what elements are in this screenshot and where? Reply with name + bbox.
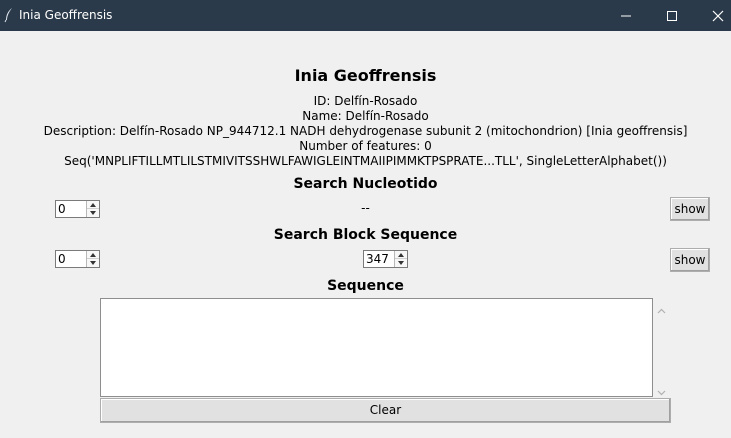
close-button[interactable] [695,0,731,31]
description-label: Description: Delfín-Rosado NP_944712.1 N… [43,124,688,138]
spin-up-button[interactable] [395,251,407,259]
show-nucleotido-button[interactable]: show [670,197,710,221]
chevron-up-icon[interactable] [657,303,666,317]
triangle-up-icon [90,253,96,257]
block-end-spinbox[interactable]: 347 [363,250,408,268]
sequence-heading: Sequence [327,278,404,294]
chevron-down-icon[interactable] [657,385,666,399]
show-block-button[interactable]: show [670,248,710,272]
close-icon [712,10,724,22]
clear-button[interactable]: Clear [100,398,671,423]
features-label: Number of features: 0 [299,139,432,153]
window-title: Inia Geoffrensis [19,8,113,22]
block-start-value: 0 [58,252,66,266]
maximize-icon [667,11,677,21]
sequence-textarea[interactable] [100,298,653,397]
search-nucleotido-heading: Search Nucleotido [293,176,438,192]
block-start-spinbox[interactable]: 0 [55,250,100,268]
nucleotido-result: -- [361,201,370,215]
title-bar: Inia Geoffrensis [0,0,731,31]
id-label: ID: Delfín-Rosado [313,94,418,108]
sequence-scrollbar[interactable] [653,298,670,397]
triangle-up-icon [398,253,404,257]
spin-up-button[interactable] [87,251,99,259]
minimize-button[interactable] [603,0,649,31]
sequence-preview-label: Seq('MNPLIFTILLMTLILSTMIVITSSHWLFAWIGLEI… [64,154,667,168]
triangle-down-icon [90,261,96,265]
page-title: Inia Geoffrensis [294,66,437,85]
name-label: Name: Delfín-Rosado [302,109,429,123]
search-block-heading: Search Block Sequence [273,227,458,243]
feather-icon [4,7,14,23]
maximize-button[interactable] [649,0,695,31]
spin-down-button[interactable] [395,259,407,267]
spin-down-button[interactable] [87,259,99,267]
block-end-value: 347 [366,252,389,266]
triangle-down-icon [398,261,404,265]
minimize-icon [621,15,631,17]
